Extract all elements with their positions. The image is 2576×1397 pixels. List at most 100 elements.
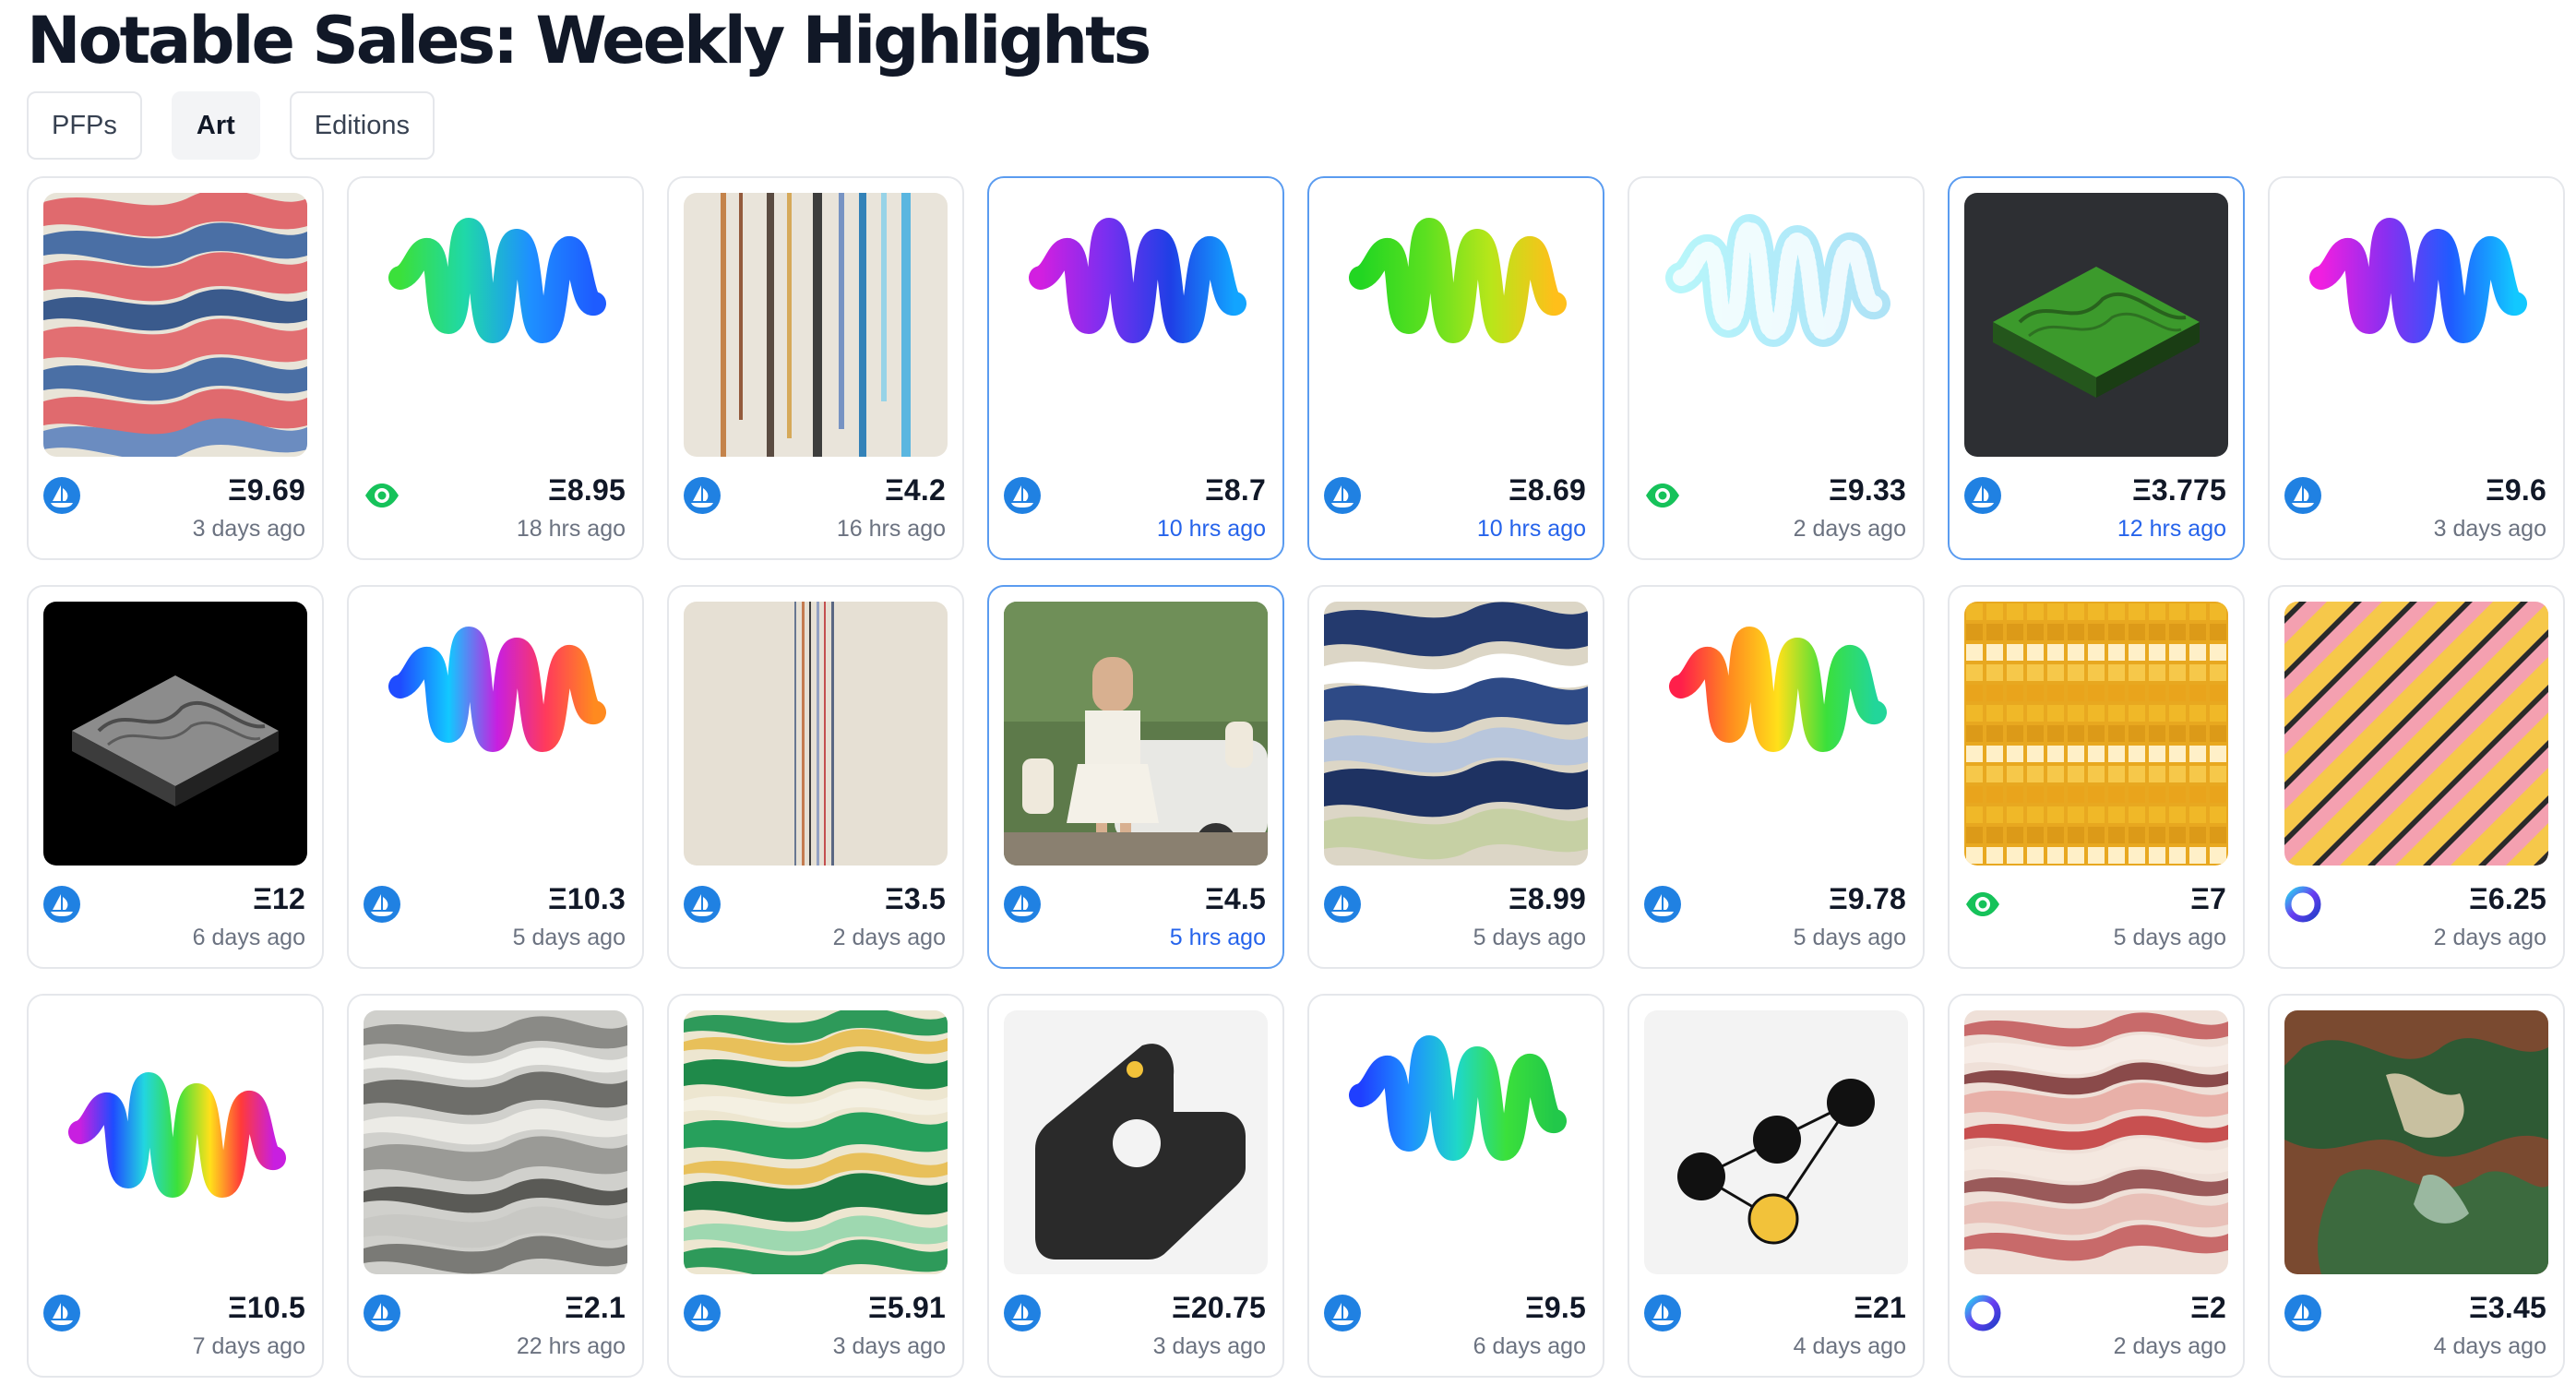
sale-price: Ξ9.6 <box>2486 473 2546 507</box>
sale-card[interactable]: Ξ5.91 3 days ago <box>667 994 964 1378</box>
opensea-icon[interactable] <box>43 1295 80 1331</box>
eye-icon[interactable] <box>1644 477 1681 514</box>
artwork-thumbnail[interactable] <box>1324 1010 1588 1274</box>
opensea-icon[interactable] <box>43 886 80 923</box>
sale-card[interactable]: Ξ21 4 days ago <box>1628 994 1925 1378</box>
sale-time: 10 hrs ago <box>1476 516 1586 542</box>
sale-card[interactable]: Ξ3.5 2 days ago <box>667 585 964 969</box>
sale-card[interactable]: Ξ9.6 3 days ago <box>2268 176 2565 560</box>
sale-price: Ξ3.45 <box>2469 1291 2546 1324</box>
artwork-thumbnail[interactable] <box>2284 193 2548 457</box>
sale-card[interactable]: Ξ20.75 3 days ago <box>987 994 1284 1378</box>
opensea-icon[interactable] <box>1644 886 1681 923</box>
artwork-thumbnail[interactable] <box>1964 193 2228 457</box>
opensea-icon[interactable] <box>2284 1295 2321 1331</box>
artwork-thumbnail[interactable] <box>2284 1010 2548 1274</box>
sale-time: 6 days ago <box>192 925 305 950</box>
opensea-icon[interactable] <box>1964 477 2001 514</box>
opensea-icon[interactable] <box>2284 477 2321 514</box>
opensea-icon[interactable] <box>1004 477 1041 514</box>
sale-card[interactable]: Ξ9.69 3 days ago <box>27 176 324 560</box>
tab-art[interactable]: Art <box>171 91 260 160</box>
artwork-thumbnail[interactable] <box>1644 602 1908 866</box>
artwork-thumbnail[interactable] <box>43 1010 307 1274</box>
sale-price: Ξ8.7 <box>1205 473 1266 507</box>
artwork-thumbnail[interactable] <box>1004 1010 1268 1274</box>
artwork-thumbnail[interactable] <box>1644 1010 1908 1274</box>
tab-editions[interactable]: Editions <box>289 91 435 160</box>
opensea-icon[interactable] <box>364 886 400 923</box>
opensea-icon[interactable] <box>684 886 721 923</box>
artwork-thumbnail[interactable] <box>1964 1010 2228 1274</box>
artwork-thumbnail[interactable] <box>1644 193 1908 457</box>
artwork-thumbnail[interactable] <box>364 1010 627 1274</box>
artwork-thumbnail[interactable] <box>684 602 948 866</box>
sale-card[interactable]: Ξ8.99 5 days ago <box>1307 585 1604 969</box>
sale-card[interactable]: Ξ9.33 2 days ago <box>1628 176 1925 560</box>
sale-card[interactable]: Ξ10.5 7 days ago <box>27 994 324 1378</box>
sale-time: 5 days ago <box>2113 925 2226 950</box>
sale-card[interactable]: Ξ10.3 5 days ago <box>347 585 644 969</box>
artwork-thumbnail[interactable] <box>1004 602 1268 866</box>
tab-pfps[interactable]: PFPs <box>27 91 142 160</box>
sale-price: Ξ4.2 <box>885 473 946 507</box>
sale-card[interactable]: Ξ2.1 22 hrs ago <box>347 994 644 1378</box>
sale-price: Ξ4.5 <box>1205 882 1266 915</box>
sale-price: Ξ6.25 <box>2469 882 2546 915</box>
sale-card[interactable]: Ξ8.69 10 hrs ago <box>1307 176 1604 560</box>
sale-price: Ξ3.775 <box>2132 473 2226 507</box>
sale-price: Ξ8.99 <box>1509 882 1586 915</box>
artwork-thumbnail[interactable] <box>2284 602 2548 866</box>
sale-card[interactable]: Ξ8.95 18 hrs ago <box>347 176 644 560</box>
filter-tabs: PFPs Art Editions <box>27 91 435 160</box>
sale-time: 2 days ago <box>832 925 946 950</box>
sale-time: 3 days ago <box>192 516 305 542</box>
sale-card[interactable]: Ξ4.2 16 hrs ago <box>667 176 964 560</box>
artwork-thumbnail[interactable] <box>684 1010 948 1274</box>
opensea-icon[interactable] <box>364 1295 400 1331</box>
ring-icon[interactable] <box>2284 886 2321 923</box>
opensea-icon[interactable] <box>1324 477 1361 514</box>
sale-card[interactable]: Ξ4.5 5 hrs ago <box>987 585 1284 969</box>
sale-time: 5 hrs ago <box>1169 925 1266 950</box>
sale-price: Ξ9.33 <box>1829 473 1906 507</box>
eye-icon[interactable] <box>364 477 400 514</box>
sale-time: 6 days ago <box>1473 1333 1586 1359</box>
sale-card[interactable]: Ξ2 2 days ago <box>1948 994 2245 1378</box>
sale-price: Ξ8.95 <box>548 473 626 507</box>
opensea-icon[interactable] <box>1004 886 1041 923</box>
sale-time: 5 days ago <box>1473 925 1586 950</box>
opensea-icon[interactable] <box>1324 886 1361 923</box>
sale-time: 2 days ago <box>1793 516 1906 542</box>
opensea-icon[interactable] <box>684 1295 721 1331</box>
opensea-icon[interactable] <box>684 477 721 514</box>
artwork-thumbnail[interactable] <box>1964 602 2228 866</box>
sale-card[interactable]: Ξ7 5 days ago <box>1948 585 2245 969</box>
sale-card[interactable]: Ξ3.45 4 days ago <box>2268 994 2565 1378</box>
sale-card[interactable]: Ξ3.775 12 hrs ago <box>1948 176 2245 560</box>
artwork-thumbnail[interactable] <box>43 193 307 457</box>
opensea-icon[interactable] <box>1324 1295 1361 1331</box>
artwork-thumbnail[interactable] <box>684 193 948 457</box>
eye-icon[interactable] <box>1964 886 2001 923</box>
sale-price: Ξ5.91 <box>868 1291 946 1324</box>
sale-time: 2 days ago <box>2113 1333 2226 1359</box>
sale-price: Ξ12 <box>253 882 305 915</box>
ring-icon[interactable] <box>1964 1295 2001 1331</box>
opensea-icon[interactable] <box>43 477 80 514</box>
artwork-thumbnail[interactable] <box>1004 193 1268 457</box>
opensea-icon[interactable] <box>1004 1295 1041 1331</box>
sale-card[interactable]: Ξ9.78 5 days ago <box>1628 585 1925 969</box>
sale-price: Ξ9.5 <box>1525 1291 1586 1324</box>
artwork-thumbnail[interactable] <box>364 193 627 457</box>
artwork-thumbnail[interactable] <box>364 602 627 866</box>
sale-card[interactable]: Ξ9.5 6 days ago <box>1307 994 1604 1378</box>
sale-price: Ξ8.69 <box>1509 473 1586 507</box>
sale-card[interactable]: Ξ6.25 2 days ago <box>2268 585 2565 969</box>
sale-card[interactable]: Ξ12 6 days ago <box>27 585 324 969</box>
artwork-thumbnail[interactable] <box>1324 602 1588 866</box>
opensea-icon[interactable] <box>1644 1295 1681 1331</box>
artwork-thumbnail[interactable] <box>1324 193 1588 457</box>
sale-card[interactable]: Ξ8.7 10 hrs ago <box>987 176 1284 560</box>
artwork-thumbnail[interactable] <box>43 602 307 866</box>
